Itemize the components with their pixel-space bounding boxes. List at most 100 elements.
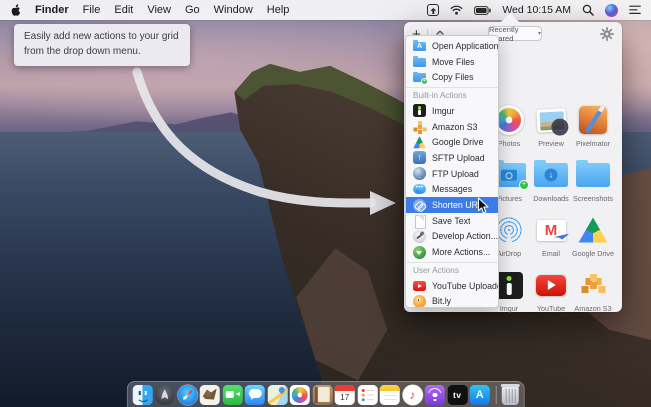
menu-item-label: Develop Action... [432, 231, 498, 241]
dock-maps-icon[interactable] [267, 385, 287, 405]
dock-mail-icon[interactable] [200, 385, 220, 405]
menu-window[interactable]: Window [214, 4, 253, 16]
preview-icon [536, 108, 566, 132]
grid-item-google-drive[interactable]: Google Drive [572, 212, 614, 267]
grid-item-label: Imgur [500, 304, 518, 313]
dock-finder-icon[interactable] [132, 385, 152, 405]
menu-finder[interactable]: Finder [35, 4, 69, 16]
grid-item-label: AirDrop [497, 249, 521, 258]
menu-item-label: Copy Files [432, 72, 474, 82]
wifi-icon[interactable] [450, 5, 463, 15]
menu-item-label: Shorten URL [432, 200, 483, 210]
section-header-built-in-actions: Built-in Actions [406, 87, 498, 103]
menu-item-label: Open Application [432, 41, 498, 51]
menu-item-imgur[interactable]: Imgur [406, 103, 498, 119]
s3-icon [413, 120, 426, 133]
dock-music-icon[interactable] [402, 385, 422, 405]
grid-item-label: Email [542, 249, 560, 258]
menu-item-open-application[interactable]: AOpen Application [406, 38, 498, 54]
dock-photos-icon[interactable] [290, 385, 310, 405]
grid-item-youtube[interactable]: YouTube [530, 267, 572, 322]
menu-item-bit-ly[interactable]: Bit.ly [406, 294, 498, 308]
menu-item-copy-files[interactable]: + Copy Files [406, 69, 498, 85]
menu-item-sftp-upload[interactable]: SFTP Upload [406, 150, 498, 166]
menu-item-messages[interactable]: •••Messages [406, 182, 498, 198]
dock-trash-icon[interactable] [502, 386, 519, 405]
battery-icon[interactable] [474, 6, 491, 15]
dock-messages-icon[interactable] [245, 385, 265, 405]
folder-plus-icon: + [413, 71, 426, 84]
ftp-icon [413, 167, 426, 180]
grid-item-label: Pictures [496, 194, 522, 203]
mouse-cursor [477, 197, 490, 215]
menu-view[interactable]: View [147, 4, 171, 16]
menu-item-label: Save Text [432, 216, 470, 226]
dock-calendar-icon[interactable] [335, 385, 355, 405]
menu-file[interactable]: File [83, 4, 101, 16]
notification-center-icon[interactable] [629, 5, 641, 15]
menu-item-label: Google Drive [432, 137, 483, 147]
grid-item-downloads[interactable]: ↓Downloads [530, 157, 572, 212]
link-icon [413, 199, 426, 212]
dock-reminders-icon[interactable] [357, 385, 377, 405]
menu-help[interactable]: Help [267, 4, 290, 16]
menu-item-save-text[interactable]: Save Text [406, 213, 498, 229]
dock-tv-icon[interactable] [447, 385, 467, 405]
apple-menu-icon[interactable] [10, 4, 21, 17]
grid-item-preview[interactable]: Preview [530, 102, 572, 157]
dock-contacts-icon[interactable] [312, 385, 332, 405]
menu-item-label: YouTube Uploader [432, 281, 498, 291]
action-grid: PhotosPreviewPixelmator+Pictures↓Downloa… [488, 102, 616, 322]
youtube-lg-icon [536, 275, 566, 296]
grid-item-pixelmator[interactable]: Pixelmator [572, 102, 614, 157]
dock-safari-icon[interactable] [177, 385, 197, 405]
youtube-icon [413, 279, 426, 292]
pixelmator-icon [579, 106, 607, 134]
grid-item-label: YouTube [537, 304, 565, 313]
grid-item-label: Amazon S3 [574, 304, 611, 313]
grid-item-email[interactable]: Email [530, 212, 572, 267]
menu-item-amazon-s3[interactable]: Amazon S3 [406, 119, 498, 135]
menu-item-label: Imgur [432, 106, 455, 116]
grid-item-amazon-s3[interactable]: Amazon S3 [572, 267, 614, 322]
grid-item-screenshots[interactable]: Screenshots [572, 157, 614, 212]
dock-appstore-icon[interactable] [470, 385, 490, 405]
menu-item-develop-action[interactable]: Develop Action... [406, 229, 498, 245]
menu-item-label: SFTP Upload [432, 153, 485, 163]
folder-down-icon: ↓ [534, 163, 568, 187]
imgur-lg-icon [496, 272, 523, 299]
develop-icon [413, 230, 426, 243]
email-icon [537, 220, 566, 241]
dock-facetime-icon[interactable] [222, 385, 242, 405]
grid-item-label: Preview [538, 139, 564, 148]
dock-podcasts-icon[interactable] [425, 385, 445, 405]
folder-plain-icon [576, 163, 610, 187]
menu-item-google-drive[interactable]: Google Drive [406, 134, 498, 150]
dropshare-menubar-icon[interactable] [427, 4, 439, 16]
dock-notes-icon[interactable] [380, 385, 400, 405]
grid-item-label: Screenshots [573, 194, 613, 203]
gdrive-icon [413, 136, 426, 149]
menu-item-more-actions[interactable]: More Actions... [406, 244, 498, 260]
grid-item-label: Photos [498, 139, 520, 148]
menu-item-ftp-upload[interactable]: FTP Upload [406, 166, 498, 182]
chevron-down-icon: ▾ [538, 30, 541, 37]
menu-item-youtube-uploader[interactable]: YouTube Uploader [406, 278, 498, 294]
dock-separator [495, 386, 496, 404]
s3-lg-icon [580, 272, 606, 298]
siri-icon[interactable] [605, 4, 618, 17]
desktop: Finder File Edit View Go Window Help [0, 0, 651, 407]
section-header-user-actions: User Actions [406, 262, 498, 278]
dock-launchpad-icon[interactable] [155, 385, 175, 405]
menu-item-label: FTP Upload [432, 169, 479, 179]
dock [126, 381, 525, 407]
menu-go[interactable]: Go [185, 4, 200, 16]
settings-gear-icon[interactable] [600, 27, 614, 41]
menu-item-move-files[interactable]: Move Files [406, 54, 498, 70]
menu-item-label: Messages [432, 184, 472, 194]
grid-item-label: Pixelmator [576, 139, 610, 148]
menu-edit[interactable]: Edit [114, 4, 133, 16]
menu-item-label: Amazon S3 [432, 122, 477, 132]
spotlight-search-icon[interactable] [582, 4, 594, 16]
gdrive-lg-icon [578, 217, 608, 243]
